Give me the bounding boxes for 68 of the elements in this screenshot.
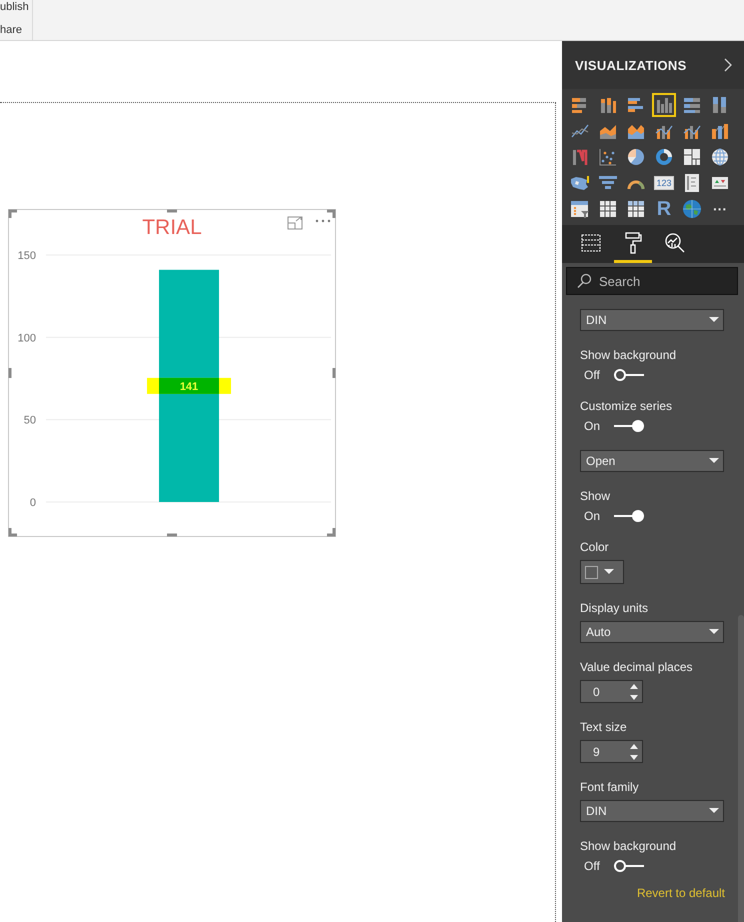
number-spinner[interactable]: 9 [580,740,643,763]
caret-down-icon [709,629,719,635]
search-field[interactable]: Search [566,267,738,295]
chart-visual[interactable]: TRIAL 0 50 100 150 141 [8,209,336,537]
revert-to-default-link[interactable]: Revert to default [636,886,725,900]
color-swatch [585,566,598,578]
caret-down-icon [709,808,719,814]
table-icon[interactable] [598,199,618,219]
map-icon[interactable] [570,173,590,193]
waterfall-chart-icon[interactable] [570,147,590,167]
toggle-switch[interactable] [612,419,646,433]
scatter-chart-icon[interactable] [598,147,618,167]
chevron-right-icon[interactable] [724,58,732,72]
ribbon-label[interactable]: hare [0,24,32,37]
up-down-arrows-icon[interactable] [629,682,639,700]
ribbon-chart-icon[interactable] [710,121,730,141]
column-chart-icon[interactable] [654,95,674,115]
pane-title: VISUALIZATIONS [575,58,687,72]
toggle-state-label: Off [584,368,601,382]
matrix-icon[interactable] [626,199,646,219]
globe-icon[interactable] [710,147,730,167]
setting-label: Value decimal places [580,660,694,674]
toggle-state-label: Off [584,859,601,873]
multi-row-card-icon[interactable] [682,173,702,193]
setting-label: Text size [580,720,628,734]
dropdown[interactable]: Auto [580,621,724,643]
y-axis-label: 0 [30,497,36,509]
toggle-state-label: On [584,419,602,433]
number-spinner[interactable]: 0 [580,680,643,703]
treemap-icon[interactable] [682,147,702,167]
card-icon[interactable]: 123 [654,176,674,190]
stacked-column-chart-icon[interactable] [598,95,618,115]
more-options-icon[interactable] [315,219,331,223]
caret-down-icon [709,317,719,323]
dropdown[interactable]: Open [580,450,724,472]
caret-down-icon [604,569,614,575]
r-visual-icon[interactable]: R [656,201,672,217]
setting-label: Customize series [580,399,674,413]
color-picker[interactable] [580,560,624,584]
up-down-arrows-icon[interactable] [629,742,639,760]
search-icon [576,273,592,289]
setting-label: Show background [580,839,678,853]
y-axis-label: 100 [18,332,36,344]
y-axis-label: 150 [18,250,36,262]
earth-globe-icon[interactable] [682,199,702,219]
dropdown[interactable]: DIN [580,309,724,331]
dropdown[interactable]: DIN [580,800,724,822]
toggle-state-label: On [584,509,602,523]
chart-title: TRIAL [142,215,202,241]
stacked-bar-chart-icon[interactable] [682,95,702,115]
focus-mode-icon[interactable] [287,216,303,230]
toggle-switch[interactable] [612,509,646,523]
clustered-bar-chart-icon[interactable] [626,95,646,115]
setting-label: Font family [580,780,640,794]
setting-label: Color [580,540,610,554]
caret-down-icon [709,458,719,464]
more-visuals-icon[interactable]: ··· [713,201,727,217]
setting-label: Display units [580,601,650,615]
toggle-switch[interactable] [612,368,646,382]
setting-label: Show background [580,348,678,362]
pie-chart-icon[interactable] [626,147,646,167]
toggle-switch[interactable] [612,859,646,873]
ribbon-label[interactable]: ublish [0,1,32,14]
donut-chart-icon[interactable] [654,147,674,167]
y-axis-label: 50 [24,414,36,427]
setting-label: Show [580,489,612,503]
slicer-icon[interactable] [570,199,590,219]
data-label: 141 [180,380,198,393]
